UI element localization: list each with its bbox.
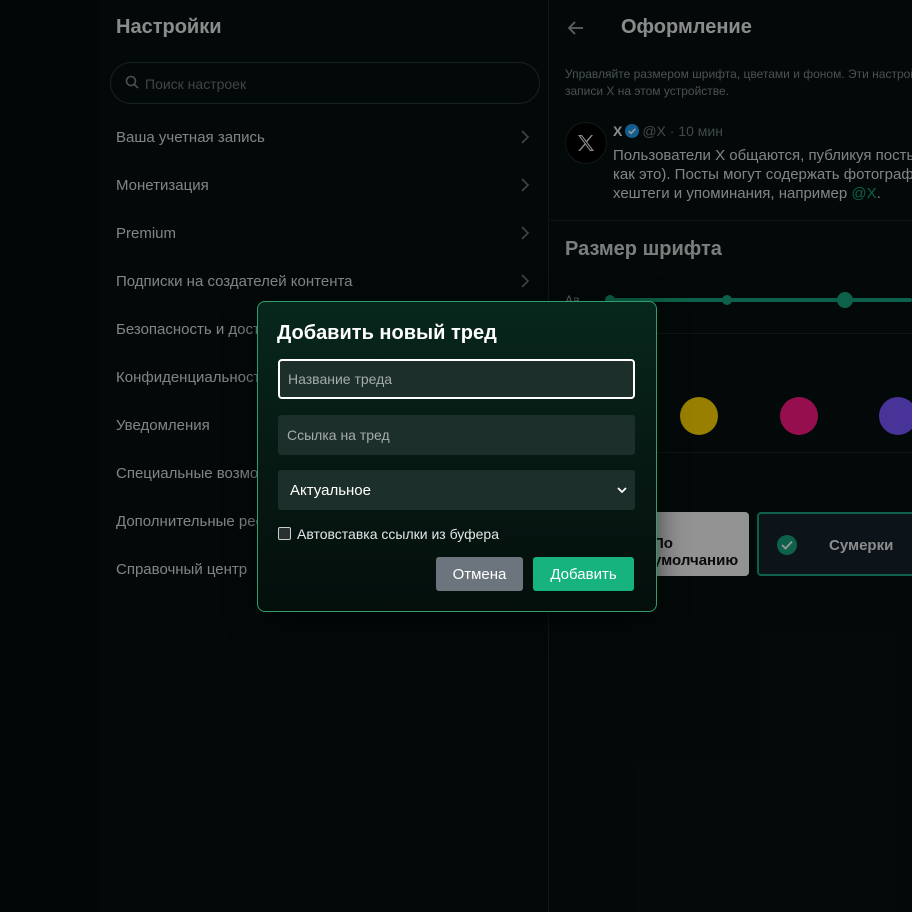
add-thread-dialog: Добавить новый тред Актуальное Автовстав… — [257, 301, 657, 612]
autopaste-label: Автовставка ссылки из буфера — [297, 526, 500, 542]
add-button[interactable]: Добавить — [533, 557, 634, 591]
select-value: Актуальное — [290, 482, 371, 499]
thread-link-input[interactable] — [278, 415, 635, 455]
autopaste-checkbox[interactable] — [278, 527, 291, 540]
thread-name-input[interactable] — [278, 359, 635, 399]
thread-category-select[interactable]: Актуальное — [278, 470, 635, 510]
dialog-title: Добавить новый тред — [277, 322, 497, 344]
cancel-button[interactable]: Отмена — [436, 557, 523, 591]
chevron-down-icon — [617, 487, 627, 494]
